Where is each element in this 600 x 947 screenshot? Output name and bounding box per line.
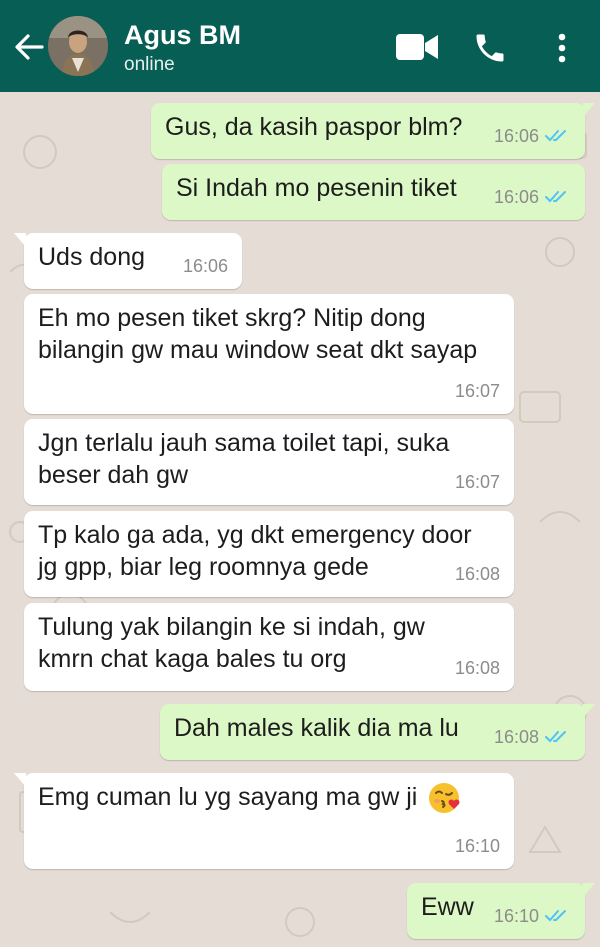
chat-header: Agus BM online [0, 0, 600, 92]
message-meta: 16:08 [494, 721, 571, 753]
message-meta: 16:06 [494, 181, 571, 213]
message-text-body: Emg cuman lu yg sayang ma gw ji [38, 783, 418, 811]
back-arrow-icon[interactable] [12, 32, 44, 62]
message-outgoing[interactable]: Dah males kalik dia ma lu 16:08 [160, 704, 595, 760]
message-outgoing[interactable]: Gus, da kasih paspor blm? 16:06 [151, 103, 595, 159]
read-receipt-icon [545, 191, 566, 203]
message-meta: 16:07 [455, 375, 500, 407]
message-text: Tp kalo ga ada, yg dkt emergency door jg… [38, 521, 472, 581]
bubble-tail [583, 883, 595, 897]
message-time: 16:06 [493, 187, 539, 207]
read-receipt-icon [545, 130, 566, 142]
read-receipt-icon [545, 731, 566, 743]
message-time: 16:10 [454, 836, 500, 856]
video-call-icon[interactable] [396, 34, 438, 60]
message-text: Emg cuman lu yg sayang ma gw ji [38, 781, 500, 815]
message-outgoing[interactable]: Si Indah mo pesenin tiket 16:06 [162, 164, 585, 220]
message-incoming[interactable]: Jgn terlalu jauh sama toilet tapi, suka … [24, 419, 514, 505]
message-incoming[interactable]: Eh mo pesen tiket skrg? Nitip dong bilan… [24, 294, 514, 414]
message-incoming[interactable]: Uds dong 16:06 [14, 233, 242, 289]
message-incoming[interactable]: Tp kalo ga ada, yg dkt emergency door jg… [24, 511, 514, 597]
message-time: 16:06 [493, 126, 539, 146]
read-receipt-icon [545, 910, 566, 922]
avatar[interactable] [48, 16, 108, 76]
message-time: 16:08 [454, 564, 500, 584]
message-text: Tulung yak bilangin ke si indah, gw kmrn… [38, 613, 425, 673]
contact-name[interactable]: Agus BM [124, 20, 241, 51]
message-meta: 16:07 [455, 466, 500, 498]
message-time: 16:06 [182, 256, 228, 276]
voice-call-icon[interactable] [472, 30, 508, 66]
message-meta: 16:10 [494, 900, 571, 932]
message-time: 16:07 [454, 472, 500, 492]
message-incoming[interactable]: Tulung yak bilangin ke si indah, gw kmrn… [24, 603, 514, 691]
message-time: 16:07 [454, 381, 500, 401]
message-time: 16:08 [454, 658, 500, 678]
message-text: Eh mo pesen tiket skrg? Nitip dong bilan… [38, 304, 478, 364]
bubble-tail [14, 773, 26, 787]
kissing-face-with-heart-icon [429, 783, 460, 814]
more-options-icon[interactable] [556, 32, 568, 64]
message-meta: 16:06 [183, 250, 228, 282]
message-incoming[interactable]: Emg cuman lu yg sayang ma gw ji 16:10 [14, 773, 514, 869]
message-meta: 16:08 [455, 652, 500, 684]
bubble-tail [583, 704, 595, 718]
message-meta: 16:06 [494, 120, 571, 152]
message-time: 16:08 [493, 727, 539, 747]
message-meta: 16:10 [455, 830, 500, 862]
message-time: 16:10 [493, 906, 539, 926]
message-meta: 16:08 [455, 558, 500, 590]
contact-status: online [124, 54, 175, 75]
avatar-photo [48, 16, 108, 76]
message-text: Jgn terlalu jauh sama toilet tapi, suka … [38, 429, 450, 489]
bubble-tail [583, 103, 595, 117]
message-outgoing[interactable]: Eww 16:10 [407, 883, 595, 939]
message-list[interactable]: Gus, da kasih paspor blm? 16:06 Si Indah… [0, 92, 600, 947]
bubble-tail [14, 233, 26, 247]
